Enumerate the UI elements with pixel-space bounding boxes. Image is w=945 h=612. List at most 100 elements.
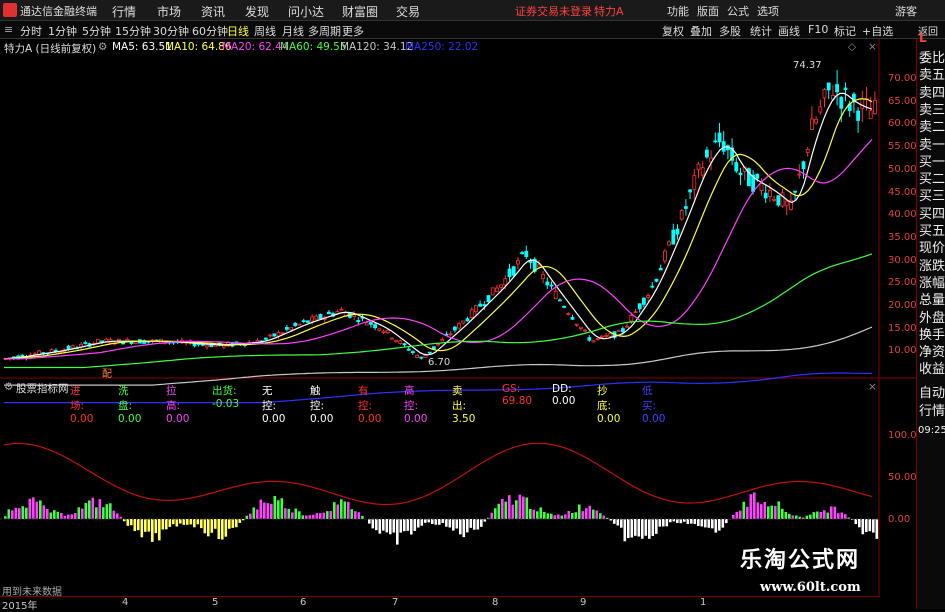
period-intraday[interactable]: 分时: [20, 23, 42, 39]
indicator-bar: [711, 519, 714, 528]
candle: [403, 344, 406, 345]
tool-add-watchlist[interactable]: +自选: [862, 23, 893, 39]
indicator-bar: [676, 519, 679, 523]
indicator-bar: [627, 519, 630, 538]
candle: [558, 300, 561, 301]
candle: [768, 190, 771, 196]
candle: [571, 317, 574, 319]
candle: [357, 320, 360, 321]
side-panel-item[interactable]: 买一: [919, 151, 945, 170]
side-panel-item[interactable]: 收益: [919, 358, 945, 377]
guest-label[interactable]: 游客: [895, 3, 917, 19]
time-tick: 7: [392, 597, 398, 608]
time-tick: 2015年: [2, 597, 37, 612]
indicator-bar: [319, 513, 322, 519]
menu-ask[interactable]: 问小达: [288, 3, 324, 20]
candle: [588, 338, 591, 341]
indicator-bar: [732, 515, 735, 519]
side-panel-item[interactable]: 净资: [919, 341, 945, 360]
indicator-bar: [340, 499, 343, 519]
indicator-bar: [144, 519, 147, 532]
period-60min[interactable]: 60分钟: [192, 23, 228, 39]
period-5min[interactable]: 5分钟: [82, 23, 111, 39]
side-panel-item[interactable]: 卖一: [919, 134, 945, 153]
menu-formula[interactable]: 公式: [727, 3, 749, 19]
side-panel-item[interactable]: 自动: [919, 382, 945, 401]
indicator-info-bar: ⚙ 股票指标网 进场: 0.00洗盘: 0.00拉高: 0.00出货: -0.0…: [0, 379, 880, 395]
tool-mark[interactable]: 标记: [834, 23, 856, 39]
indicator-bar: [288, 509, 291, 519]
indicator-bar: [449, 519, 452, 527]
menu-trade[interactable]: 交易: [396, 3, 420, 20]
side-panel-item[interactable]: 卖三: [919, 99, 945, 118]
menu-layout[interactable]: 版面: [697, 3, 719, 19]
login-status[interactable]: 证券交易未登录: [515, 3, 592, 19]
period-more[interactable]: 更多: [342, 23, 364, 39]
indicator-bar: [193, 519, 196, 527]
period-multi[interactable]: 多周期: [308, 23, 341, 39]
candle: [873, 100, 876, 113]
candle: [563, 306, 566, 307]
side-panel-item[interactable]: 涨幅: [919, 272, 945, 291]
indicator-bar: [662, 519, 665, 526]
indicator-bar: [701, 519, 704, 527]
indicator-bar: [81, 509, 84, 519]
side-panel-item[interactable]: 买四: [919, 203, 945, 222]
side-panel-item[interactable]: 买三: [919, 185, 945, 204]
indicator-bar: [746, 507, 749, 519]
indicator-bar: [256, 509, 259, 519]
side-panel-item[interactable]: 外盘: [919, 307, 945, 326]
menu-wealth[interactable]: 财富圈: [342, 3, 378, 20]
tool-draw[interactable]: 画线: [778, 23, 800, 39]
tool-multi-stock[interactable]: 多股: [719, 23, 741, 39]
candle: [714, 141, 717, 142]
period-1min[interactable]: 1分钟: [48, 23, 77, 39]
candle: [777, 196, 780, 205]
side-panel-item[interactable]: 涨跌: [919, 255, 945, 274]
candle: [840, 97, 843, 108]
indicator-bar: [557, 515, 560, 519]
price-axis-label: 35.00: [888, 232, 917, 243]
indicator-gear-icon[interactable]: ⚙: [4, 381, 13, 393]
indicator-close-icon[interactable]: ×: [868, 381, 877, 393]
menu-discover[interactable]: 发现: [245, 3, 269, 20]
indicator-name[interactable]: 股票指标网: [16, 381, 69, 396]
menu-quotes[interactable]: 行情: [112, 3, 136, 20]
side-panel-item[interactable]: 现价: [919, 237, 945, 256]
menu-news[interactable]: 资讯: [201, 3, 225, 20]
period-daily[interactable]: 日线: [227, 23, 249, 39]
side-panel-item[interactable]: 换手: [919, 324, 945, 343]
menu-market[interactable]: 市场: [157, 3, 181, 20]
side-panel-item[interactable]: 买五: [919, 220, 945, 239]
indicator-bar: [463, 519, 466, 537]
side-panel-item[interactable]: 卖二: [919, 116, 945, 135]
tool-stats[interactable]: 统计: [750, 23, 772, 39]
side-panel-item[interactable]: 卖五: [919, 64, 945, 83]
indicator-bar: [235, 519, 238, 527]
side-panel-item[interactable]: 买二: [919, 168, 945, 187]
tool-overlay[interactable]: 叠加: [690, 23, 712, 39]
candle: [437, 344, 440, 345]
price-axis-label: 60.00: [888, 118, 917, 129]
side-panel-item[interactable]: 委比: [919, 47, 945, 66]
app-name: 通达信金融终端: [20, 3, 97, 19]
side-panel-item[interactable]: 行情: [919, 400, 945, 419]
tool-f10[interactable]: F10: [808, 23, 828, 36]
period-weekly[interactable]: 周线: [254, 23, 276, 39]
indicator-bar: [295, 509, 298, 519]
side-panel-item[interactable]: 卖四: [919, 82, 945, 101]
side-panel-item[interactable]: 总量: [919, 289, 945, 308]
tool-adjust[interactable]: 复权: [662, 23, 684, 39]
period-15min[interactable]: 15分钟: [115, 23, 151, 39]
menu-function[interactable]: 功能: [667, 3, 689, 19]
indicator-bar: [515, 500, 518, 519]
indicator-bar: [158, 519, 161, 540]
indicator-bar: [697, 519, 700, 526]
menu-toggle-icon[interactable]: ≡: [4, 23, 13, 36]
period-30min[interactable]: 30分钟: [153, 23, 189, 39]
indicator-bar: [858, 519, 861, 527]
candle: [319, 314, 322, 318]
period-monthly[interactable]: 月线: [282, 23, 304, 39]
indicator-bar: [57, 512, 60, 519]
menu-options[interactable]: 选项: [757, 3, 779, 19]
